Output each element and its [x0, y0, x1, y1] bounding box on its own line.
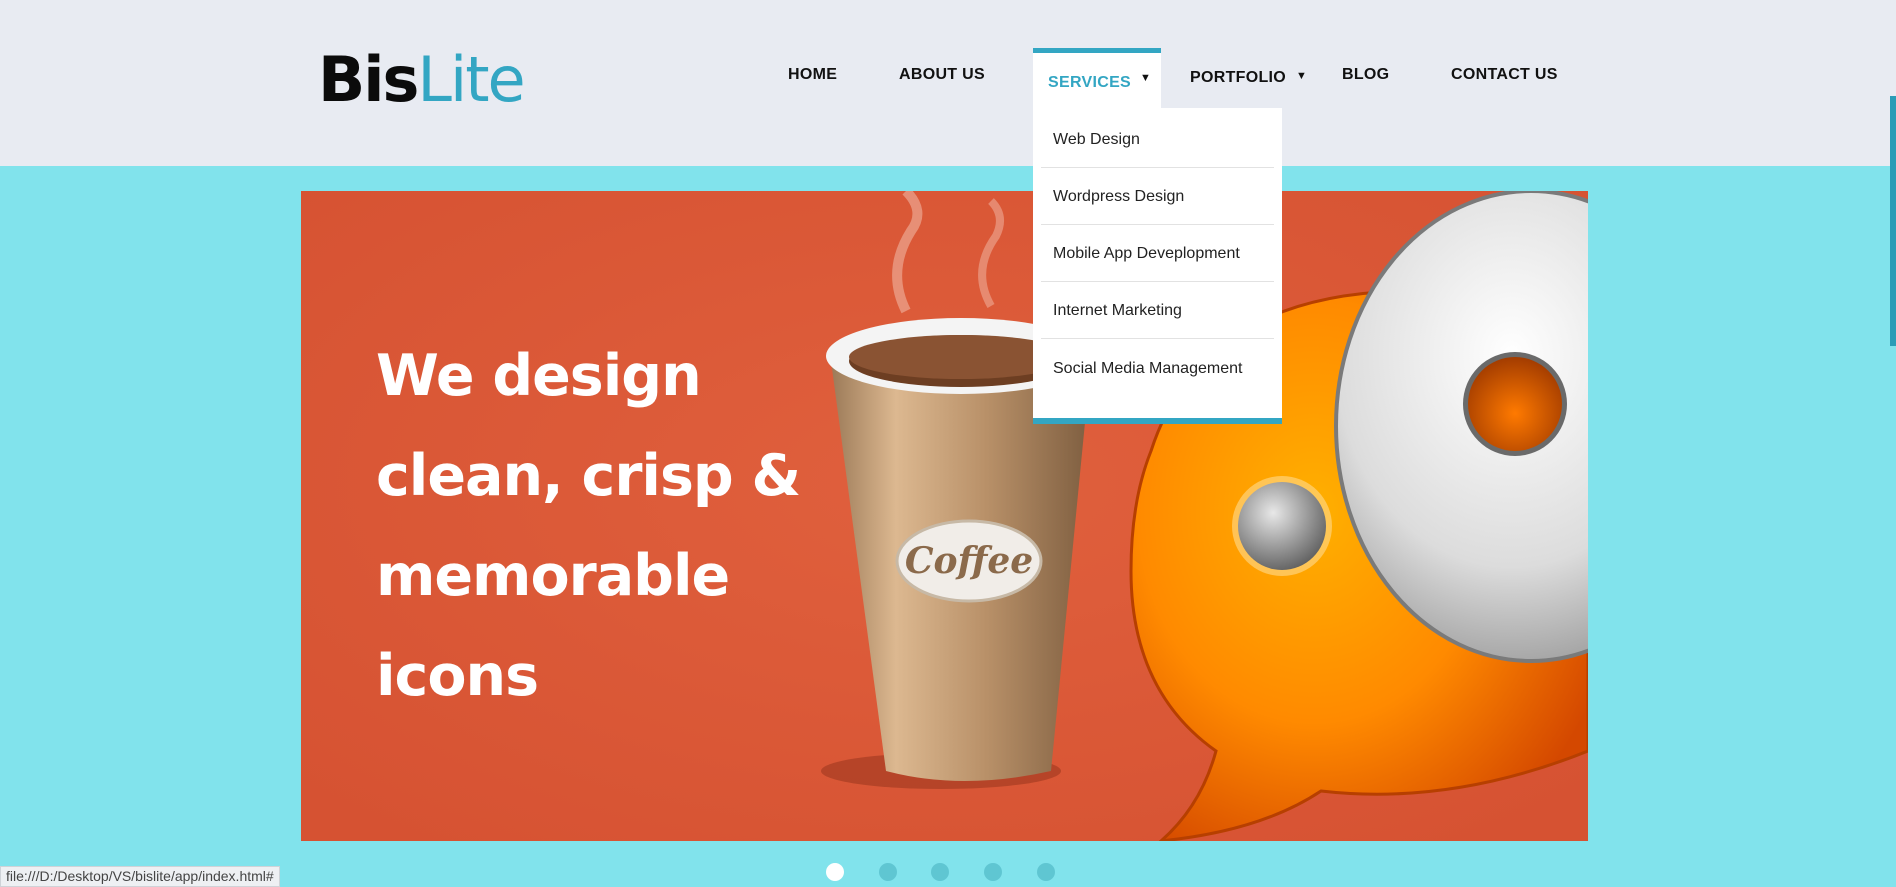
dropdown-item-mobile-app[interactable]: Mobile App Deveplopment — [1041, 225, 1274, 282]
logo-part-lite: Lite — [417, 43, 525, 116]
slider-dot-1[interactable] — [826, 863, 844, 881]
site-logo[interactable]: BisLite — [318, 40, 526, 120]
services-dropdown: Web Design Wordpress Design Mobile App D… — [1033, 108, 1282, 424]
slide-heading-line: We design — [376, 343, 702, 409]
nav-services[interactable]: SERVICES ▼ — [1033, 48, 1161, 108]
nav-services-label: SERVICES — [1048, 74, 1132, 91]
cup-label-text: Coffee — [905, 540, 1033, 582]
nav-blog[interactable]: BLOG — [1342, 66, 1389, 84]
slide-heading-line: clean, crisp & — [376, 443, 801, 509]
slide-heading-line: icons — [376, 643, 539, 709]
nav-contact-us[interactable]: CONTACT US — [1451, 66, 1558, 84]
chevron-down-icon: ▼ — [1296, 70, 1307, 82]
chevron-down-icon: ▼ — [1140, 72, 1151, 84]
nav-portfolio[interactable]: PORTFOLIO — [1190, 69, 1286, 87]
slider-dot-4[interactable] — [984, 863, 1002, 881]
dropdown-item-internet-marketing[interactable]: Internet Marketing — [1041, 282, 1274, 339]
hero-slider[interactable]: Coffee We design clean, crisp & memorabl… — [301, 191, 1588, 841]
slider-dot-3[interactable] — [931, 863, 949, 881]
dropdown-item-wordpress-design[interactable]: Wordpress Design — [1041, 168, 1274, 225]
slider-dot-2[interactable] — [879, 863, 897, 881]
nav-home[interactable]: HOME — [788, 66, 837, 84]
logo-part-bis: Bis — [318, 43, 419, 116]
slide-heading: We design clean, crisp & memorable icons — [376, 326, 806, 726]
browser-status-bar: file:///D:/Desktop/VS/bislite/app/index.… — [0, 866, 280, 887]
dropdown-item-social-media[interactable]: Social Media Management — [1041, 340, 1274, 397]
nav-about-us[interactable]: ABOUT US — [899, 66, 985, 84]
scrollbar-accent — [1890, 96, 1896, 346]
slider-dot-5[interactable] — [1037, 863, 1055, 881]
site-header: BisLite HOME ABOUT US SERVICES ▼ PORTFOL… — [0, 0, 1896, 166]
dropdown-item-web-design[interactable]: Web Design — [1041, 111, 1274, 168]
slide-heading-line: memorable — [376, 543, 730, 609]
